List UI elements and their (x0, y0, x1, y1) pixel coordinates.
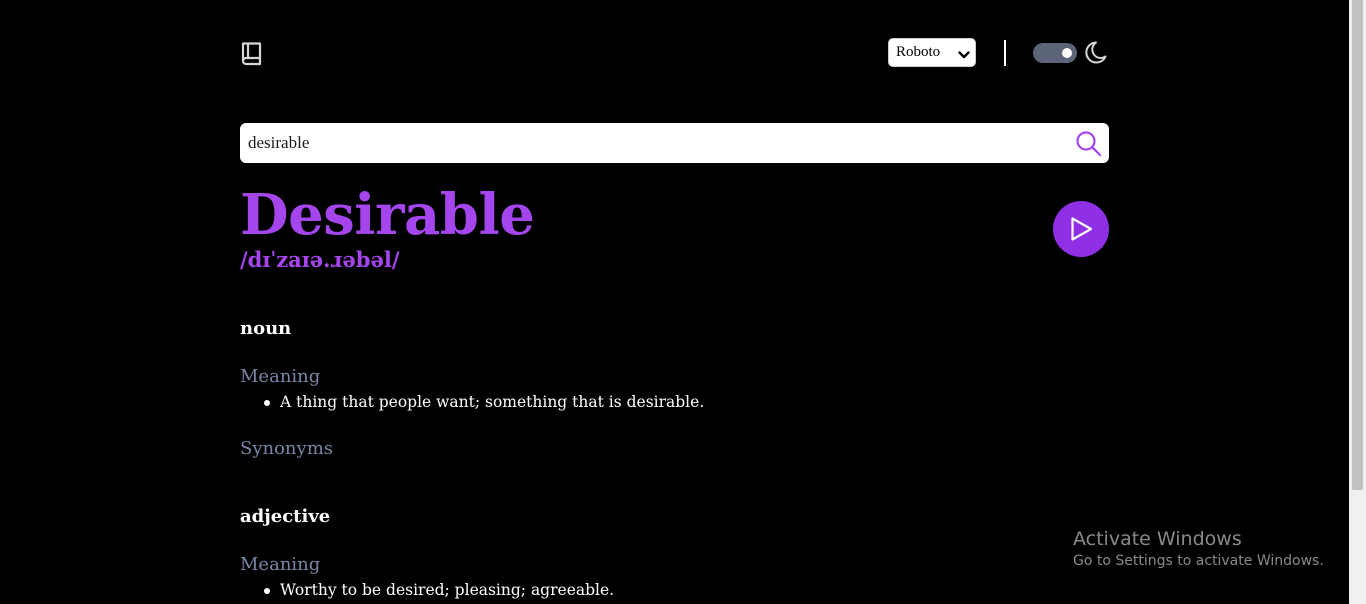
search-input[interactable]: desirable (248, 133, 309, 153)
chevron-down-icon (958, 48, 970, 59)
header: Roboto (240, 38, 1109, 68)
play-audio-button[interactable] (1053, 201, 1109, 257)
definition-text: A thing that people want; something that… (280, 393, 705, 411)
theme-toggle[interactable] (1033, 43, 1077, 63)
meaning-label: Meaning (240, 554, 321, 575)
phonetic-text: /dɪˈzaɪə.ɹəbəl/ (240, 247, 400, 272)
part-of-speech-noun: noun (240, 318, 292, 339)
definition-item: A thing that people want; something that… (264, 393, 705, 411)
bullet (264, 400, 270, 406)
meaning-label: Meaning (240, 366, 321, 387)
synonyms-label: Synonyms (240, 438, 333, 459)
watermark-subtitle: Go to Settings to activate Windows. (1073, 553, 1324, 569)
windows-activation-watermark: Activate Windows Go to Settings to activ… (1073, 527, 1324, 571)
dictionary-app: Roboto desirable Desirable /dɪˈzaɪə.ɹəbə… (0, 0, 1366, 604)
definition-item: Worthy to be desired; pleasing; agreeabl… (264, 581, 615, 599)
toggle-knob (1062, 48, 1072, 58)
font-select[interactable]: Roboto (888, 38, 976, 67)
font-select-value: Roboto (896, 44, 941, 60)
definition-text: Worthy to be desired; pleasing; agreeabl… (280, 581, 615, 599)
watermark-title: Activate Windows (1073, 528, 1242, 550)
bullet (264, 588, 270, 594)
search-bar[interactable]: desirable (240, 123, 1109, 163)
header-divider (1004, 40, 1006, 66)
search-icon[interactable] (1075, 130, 1102, 157)
scrollbar-thumb[interactable] (1352, 0, 1363, 490)
book-icon[interactable] (240, 40, 264, 68)
word-title: Desirable (240, 182, 535, 248)
part-of-speech-adjective: adjective (240, 506, 331, 527)
vertical-scrollbar[interactable] (1349, 0, 1366, 604)
moon-icon (1085, 40, 1109, 66)
play-icon (1071, 217, 1093, 241)
